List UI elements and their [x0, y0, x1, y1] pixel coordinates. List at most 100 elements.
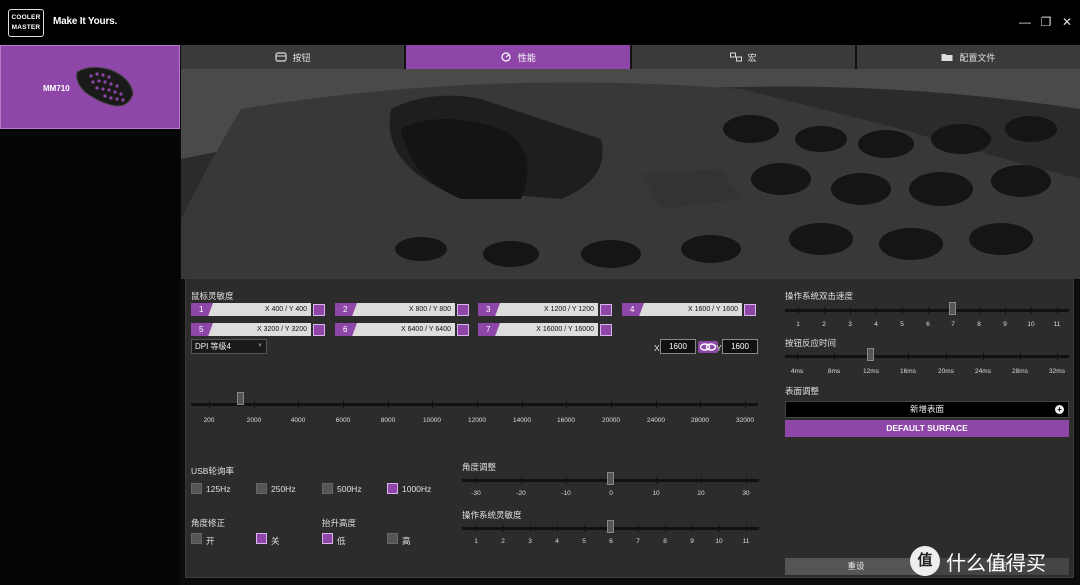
dpi-slot-1-checkbox[interactable] — [313, 304, 325, 316]
macro-icon — [729, 52, 742, 62]
os-sensitivity-title: 操作系统灵敏度 — [462, 510, 522, 520]
response-time-tick-label: 20ms — [938, 368, 954, 375]
polling-125-label: 125Hz — [206, 484, 231, 494]
polling-250-checkbox[interactable] — [256, 483, 267, 494]
os-sensitivity-tick — [665, 525, 666, 532]
tab-macro[interactable]: 宏 — [631, 45, 855, 69]
mouse-hero-image — [181, 69, 1080, 279]
dpi-slot-4-checkbox[interactable] — [744, 304, 756, 316]
dpi-level-select[interactable]: DPI 等级4 ▼ — [191, 339, 267, 354]
os-sensitivity-tick — [530, 525, 531, 532]
lift-off-low-label: 低 — [337, 536, 346, 546]
dpi-slider-tick-label: 16000 — [556, 417, 576, 424]
angle-snap-off-checkbox[interactable] — [256, 533, 267, 544]
dpi-slot-6-checkbox[interactable] — [457, 324, 469, 336]
watermark: 值 什么值得买 — [910, 544, 1075, 578]
angle-tuning-tick-label: -10 — [561, 490, 571, 497]
double-click-tick-label: 9 — [1003, 321, 1007, 328]
dpi-slot-2[interactable]: 2X 800 / Y 800 — [335, 303, 455, 316]
mouse-icon — [275, 52, 287, 62]
add-surface-button[interactable]: 新增表面 + — [785, 401, 1069, 418]
tab-buttons[interactable]: 按钮 — [181, 45, 405, 69]
restore-button[interactable]: ❐ — [1039, 15, 1053, 29]
os-sensitivity-tick — [692, 525, 693, 532]
os-sensitivity-tick-label: 5 — [582, 538, 586, 545]
response-time-knob[interactable] — [867, 348, 874, 361]
angle-snap-on-label: 开 — [206, 536, 215, 546]
dpi-slot-6[interactable]: 6X 6400 / Y 6400 — [335, 323, 455, 336]
dpi-slot-5[interactable]: 5X 3200 / Y 3200 — [191, 323, 311, 336]
polling-250-label: 250Hz — [271, 484, 296, 494]
double-click-knob[interactable] — [949, 302, 956, 315]
dpi-slider-tick-label: 14000 — [512, 417, 532, 424]
dpi-slider-tick — [522, 401, 523, 408]
angle-tuning-knob[interactable] — [607, 472, 614, 485]
response-time-tick-label: 12ms — [863, 368, 879, 375]
surface-item-default[interactable]: DEFAULT SURFACE — [785, 420, 1069, 437]
brand-tagline: Make It Yours. — [53, 16, 118, 27]
tab-performance[interactable]: 性能 — [406, 45, 630, 69]
device-name: MM710 — [43, 84, 70, 93]
close-button[interactable]: ✕ — [1060, 15, 1074, 29]
title-bar: COOLER MASTER Make It Yours. — ❐ ✕ — [0, 0, 1080, 45]
double-click-tick — [1031, 307, 1032, 314]
dpi-slider-tick-label: 12000 — [467, 417, 487, 424]
dpi-slider-tick — [611, 401, 612, 408]
lift-off-high-checkbox[interactable] — [387, 533, 398, 544]
os-sensitivity-tick-label: 9 — [690, 538, 694, 545]
dpi-slot-7[interactable]: 7X 16000 / Y 16000 — [478, 323, 598, 336]
dpi-slider-knob[interactable] — [237, 392, 244, 405]
response-time-tick — [797, 353, 798, 360]
dpi-slider-tick-label: 200 — [203, 417, 215, 424]
lift-off-low-checkbox[interactable] — [322, 533, 333, 544]
double-click-tick — [1057, 307, 1058, 314]
response-time-tick — [946, 353, 947, 360]
chevron-down-icon: ▼ — [257, 343, 263, 349]
dpi-slot-2-checkbox[interactable] — [457, 304, 469, 316]
tab-profiles[interactable]: 配置文件 — [856, 45, 1080, 69]
dpi-slot-1[interactable]: 1X 400 / Y 400 — [191, 303, 311, 316]
os-sensitivity-tick — [638, 525, 639, 532]
response-time-tick-label: 28ms — [1012, 368, 1028, 375]
os-sensitivity-tick — [557, 525, 558, 532]
polling-125-checkbox[interactable] — [191, 483, 202, 494]
dpi-slider-tick — [566, 401, 567, 408]
dpi-x-input[interactable]: 1600 — [660, 339, 696, 354]
dpi-slot-5-checkbox[interactable] — [313, 324, 325, 336]
dpi-slider-tick-label: 10000 — [422, 417, 442, 424]
angle-tuning-tick — [746, 477, 747, 484]
dpi-slot-3[interactable]: 3X 1200 / Y 1200 — [478, 303, 598, 316]
watermark-text: 什么值得买 — [946, 550, 1046, 575]
angle-snap-on-checkbox[interactable] — [191, 533, 202, 544]
dpi-slider-tick — [209, 401, 210, 408]
dpi-slot-3-checkbox[interactable] — [600, 304, 612, 316]
dpi-slider-tick-label: 20000 — [601, 417, 621, 424]
polling-1000-checkbox[interactable] — [387, 483, 398, 494]
dpi-slider-tick-label: 28000 — [690, 417, 710, 424]
dpi-slot-4[interactable]: 4X 1600 / Y 1600 — [622, 303, 742, 316]
os-sensitivity-tick — [503, 525, 504, 532]
dpi-slider-tick — [254, 401, 255, 408]
double-click-tick-label: 6 — [926, 321, 930, 328]
device-sidebar: MM710 — [0, 45, 180, 585]
double-click-track — [785, 309, 1069, 312]
lift-off-high-label: 高 — [402, 536, 411, 546]
os-sensitivity-knob[interactable] — [607, 520, 614, 533]
polling-500-checkbox[interactable] — [322, 483, 333, 494]
reset-button[interactable]: 重设 — [785, 558, 927, 575]
response-time-tick — [1057, 353, 1058, 360]
angle-snap-title: 角度修正 — [191, 518, 226, 528]
dpi-slider-tick-label: 32000 — [735, 417, 755, 424]
usb-polling-title: USB轮询率 — [191, 466, 234, 476]
plus-icon: + — [1055, 405, 1064, 414]
dpi-slider-tick — [343, 401, 344, 408]
angle-tuning-tick-label: -20 — [516, 490, 526, 497]
minimize-button[interactable]: — — [1018, 15, 1032, 29]
dpi-slider-tick-label: 6000 — [335, 417, 351, 424]
xy-link-toggle[interactable] — [698, 341, 718, 353]
angle-tuning-tick — [701, 477, 702, 484]
double-click-tick — [979, 307, 980, 314]
device-card-mm710[interactable]: MM710 — [0, 45, 180, 129]
dpi-y-input[interactable]: 1600 — [722, 339, 758, 354]
dpi-slot-7-checkbox[interactable] — [600, 324, 612, 336]
